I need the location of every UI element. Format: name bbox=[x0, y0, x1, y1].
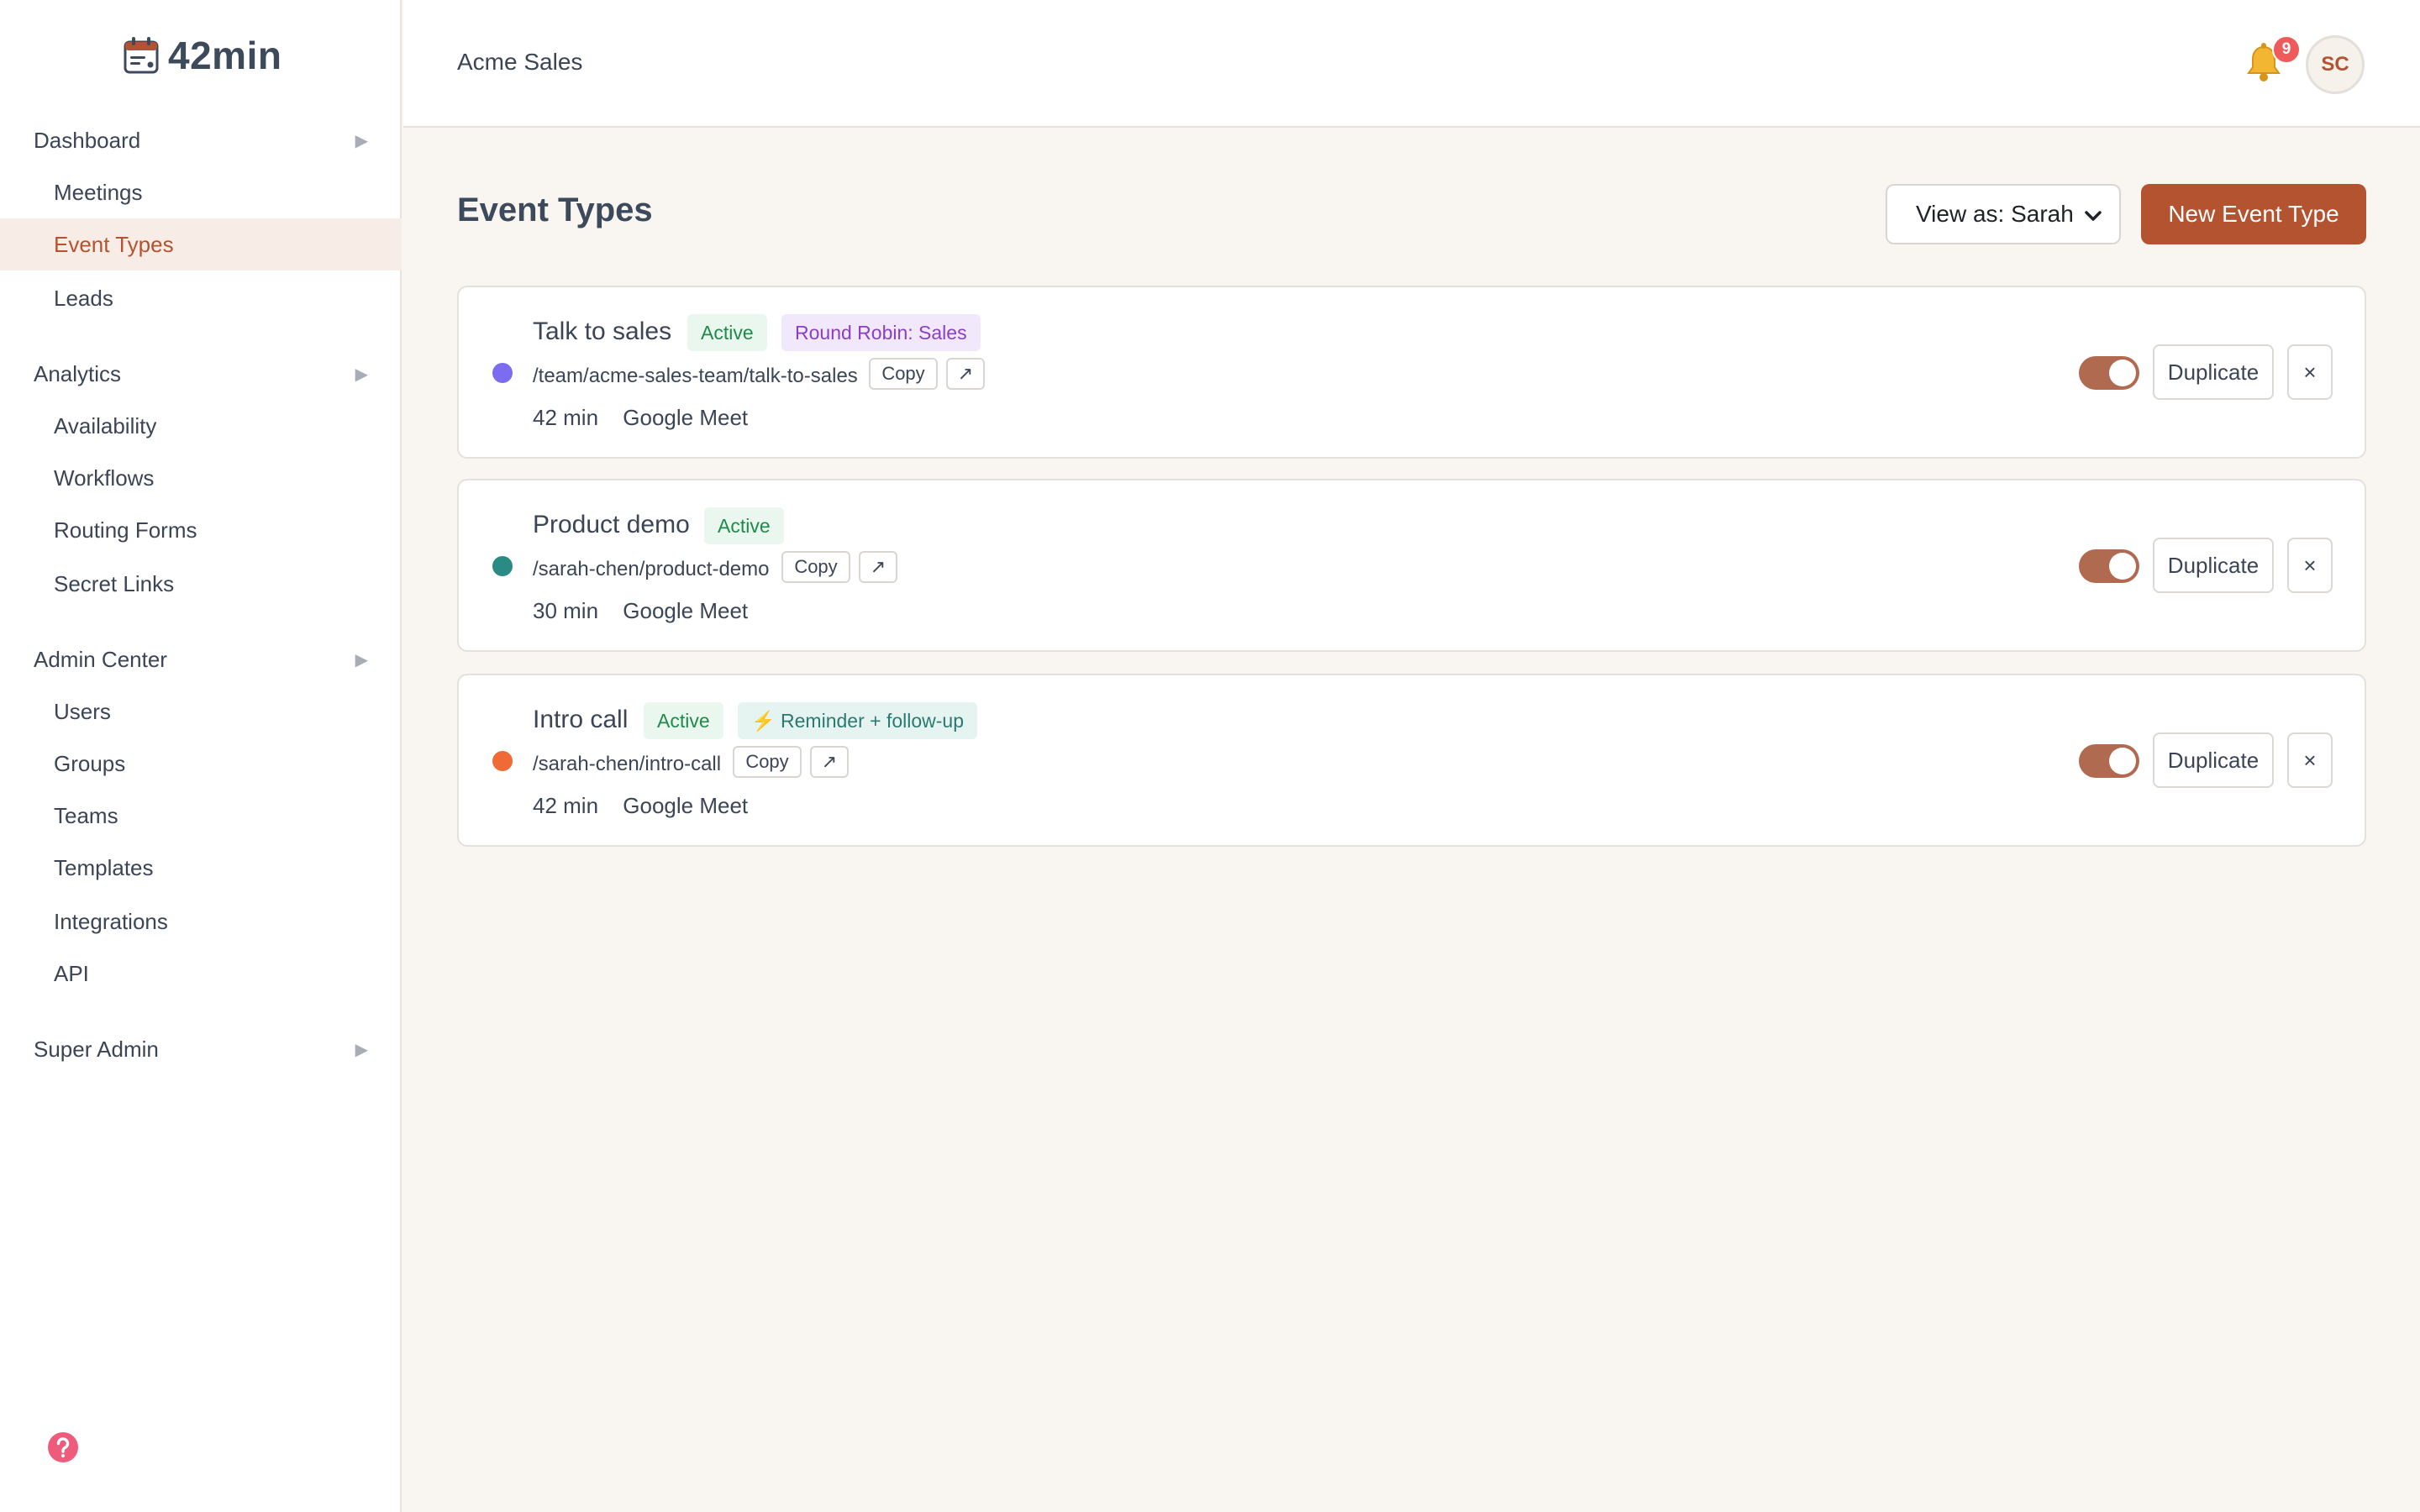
nav-section-analytics[interactable]: Analytics ▶ bbox=[0, 348, 402, 400]
event-location: Google Meet bbox=[623, 405, 749, 430]
sidebar-item-meetings[interactable]: Meetings bbox=[0, 166, 402, 218]
sidebar-item-groups[interactable]: Groups bbox=[0, 738, 402, 790]
sidebar-item-label: Availability bbox=[54, 412, 157, 438]
toggle-knob bbox=[2109, 553, 2136, 580]
view-as-selected-value: View as: Sarah bbox=[1916, 201, 2074, 227]
sidebar-item-label: Users bbox=[54, 698, 111, 724]
notification-count-badge: 9 bbox=[2272, 35, 2301, 64]
sidebar-item-label: Teams bbox=[54, 802, 118, 828]
chevron-right-icon: ▶ bbox=[355, 132, 368, 150]
open-link-icon[interactable]: ↗ bbox=[859, 551, 897, 583]
event-location: Google Meet bbox=[623, 793, 749, 818]
round-robin-badge: Round Robin: Sales bbox=[781, 314, 981, 351]
sidebar-item-label: Groups bbox=[54, 750, 126, 776]
sidebar-item-integrations[interactable]: Integrations bbox=[0, 895, 402, 948]
sidebar: 42min Dashboard ▶ Meetings Event Types L… bbox=[0, 0, 402, 1512]
duplicate-button[interactable]: Duplicate bbox=[2153, 538, 2274, 593]
event-type-meta: 30 min Google Meet bbox=[533, 598, 766, 624]
chevron-down-icon bbox=[2085, 211, 2102, 221]
sidebar-item-label: Workflows bbox=[54, 465, 155, 491]
event-type-title[interactable]: Intro call bbox=[533, 706, 628, 734]
chevron-right-icon: ▶ bbox=[355, 1041, 368, 1059]
page-title: Event Types bbox=[457, 192, 653, 228]
duplicate-button[interactable]: Duplicate bbox=[2153, 344, 2274, 400]
status-badge: Active bbox=[644, 702, 723, 739]
event-type-meta: 42 min Google Meet bbox=[533, 405, 766, 431]
sidebar-item-availability[interactable]: Availability bbox=[0, 400, 402, 452]
event-enabled-toggle[interactable] bbox=[2079, 549, 2139, 583]
event-duration: 42 min bbox=[533, 405, 599, 430]
event-color-dot bbox=[492, 556, 513, 576]
nav-section-label: Super Admin bbox=[34, 1036, 159, 1062]
event-duration: 42 min bbox=[533, 793, 599, 818]
copy-link-button[interactable]: Copy bbox=[733, 746, 802, 778]
copy-link-button[interactable]: Copy bbox=[781, 551, 850, 583]
sidebar-item-users[interactable]: Users bbox=[0, 685, 402, 738]
event-type-card-product-demo: Product demo Active /sarah-chen/product-… bbox=[457, 479, 2366, 652]
nav-section-label: Admin Center bbox=[34, 646, 167, 672]
status-badge: Active bbox=[687, 314, 767, 351]
event-enabled-toggle[interactable] bbox=[2079, 356, 2139, 390]
sidebar-item-workflows[interactable]: Workflows bbox=[0, 452, 402, 504]
view-as-select[interactable]: View as: Sarah bbox=[1886, 184, 2121, 244]
chevron-right-icon: ▶ bbox=[355, 651, 368, 669]
nav-section-admin-center[interactable]: Admin Center ▶ bbox=[0, 633, 402, 685]
status-badge: Active bbox=[704, 507, 784, 544]
event-type-card-talk-to-sales: Talk to sales Active Round Robin: Sales … bbox=[457, 286, 2366, 459]
sidebar-item-label: Event Types bbox=[54, 231, 174, 257]
duplicate-button[interactable]: Duplicate bbox=[2153, 732, 2274, 788]
new-event-type-button[interactable]: New Event Type bbox=[2141, 184, 2366, 244]
logo[interactable]: 42min bbox=[123, 34, 281, 77]
sidebar-item-routing-forms[interactable]: Routing Forms bbox=[0, 504, 402, 556]
open-link-icon[interactable]: ↗ bbox=[810, 746, 849, 778]
nav-section-super-admin[interactable]: Super Admin ▶ bbox=[0, 1023, 402, 1075]
sidebar-item-leads[interactable]: Leads bbox=[0, 272, 402, 324]
chevron-right-icon: ▶ bbox=[355, 365, 368, 384]
workflow-badge: ⚡ Reminder + follow-up bbox=[738, 702, 977, 739]
sidebar-item-label: Secret Links bbox=[54, 570, 175, 596]
nav-section-label: Analytics bbox=[34, 360, 122, 386]
sidebar-item-event-types[interactable]: Event Types bbox=[0, 218, 402, 270]
nav-section-dashboard[interactable]: Dashboard ▶ bbox=[0, 114, 402, 166]
event-enabled-toggle[interactable] bbox=[2079, 744, 2139, 778]
event-type-meta: 42 min Google Meet bbox=[533, 793, 766, 819]
avatar[interactable]: SC bbox=[2306, 35, 2365, 94]
event-color-dot bbox=[492, 751, 513, 771]
top-header: Acme Sales 9 SC bbox=[403, 0, 2420, 128]
help-icon[interactable] bbox=[47, 1431, 79, 1463]
event-type-slug: /sarah-chen/intro-call bbox=[533, 753, 722, 775]
sidebar-item-label: API bbox=[54, 960, 89, 986]
sidebar-item-label: Meetings bbox=[54, 179, 143, 205]
nav-section-label: Dashboard bbox=[34, 127, 141, 153]
sidebar-item-secret-links[interactable]: Secret Links bbox=[0, 558, 402, 610]
open-link-icon[interactable]: ↗ bbox=[946, 358, 985, 390]
calendar-icon bbox=[124, 37, 159, 74]
event-type-slug: /team/acme-sales-team/talk-to-sales bbox=[533, 365, 858, 387]
sidebar-item-api[interactable]: API bbox=[0, 948, 402, 1000]
delete-button[interactable]: × bbox=[2287, 732, 2333, 788]
event-type-card-intro-call: Intro call Active ⚡ Reminder + follow-up… bbox=[457, 674, 2366, 847]
event-type-slug: /sarah-chen/product-demo bbox=[533, 558, 770, 580]
sidebar-item-templates[interactable]: Templates bbox=[0, 842, 402, 894]
delete-button[interactable]: × bbox=[2287, 538, 2333, 593]
delete-button[interactable]: × bbox=[2287, 344, 2333, 400]
toggle-knob bbox=[2109, 748, 2136, 774]
event-color-dot bbox=[492, 363, 513, 383]
event-type-title[interactable]: Product demo bbox=[533, 511, 690, 539]
sidebar-item-label: Leads bbox=[54, 285, 113, 311]
event-type-title[interactable]: Talk to sales bbox=[533, 318, 671, 346]
sidebar-item-teams[interactable]: Teams bbox=[0, 790, 402, 842]
org-name: Acme Sales bbox=[457, 49, 583, 75]
sidebar-item-label: Routing Forms bbox=[54, 517, 197, 543]
toggle-knob bbox=[2109, 360, 2136, 386]
copy-link-button[interactable]: Copy bbox=[869, 358, 938, 390]
sidebar-item-label: Integrations bbox=[54, 908, 168, 934]
event-location: Google Meet bbox=[623, 598, 749, 623]
event-duration: 30 min bbox=[533, 598, 599, 623]
logo-text: 42min bbox=[168, 34, 282, 77]
sidebar-item-label: Templates bbox=[54, 854, 154, 880]
